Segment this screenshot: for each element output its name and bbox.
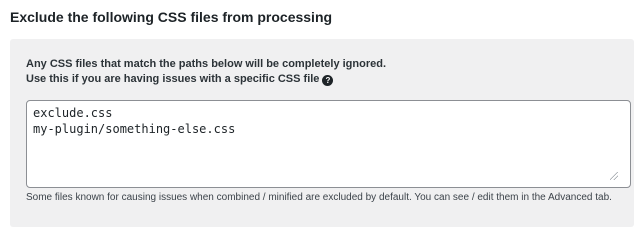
intro-line-1: Any CSS files that match the paths below… [26,58,387,70]
intro-text: Any CSS files that match the paths below… [26,57,386,87]
settings-panel: Any CSS files that match the paths below… [10,39,634,227]
textarea-resize-handle[interactable] [610,172,618,180]
question-circle-icon[interactable]: ? [322,75,334,86]
intro-line-2-text: Use this if you are having issues with a… [26,73,320,85]
section-title: Exclude the following CSS files from pro… [10,9,333,25]
intro-line-2: Use this if you are having issues with a… [26,72,386,87]
exclude-css-files-textarea[interactable] [26,100,631,188]
default-exclusions-note: Some files known for causing issues when… [26,192,612,203]
